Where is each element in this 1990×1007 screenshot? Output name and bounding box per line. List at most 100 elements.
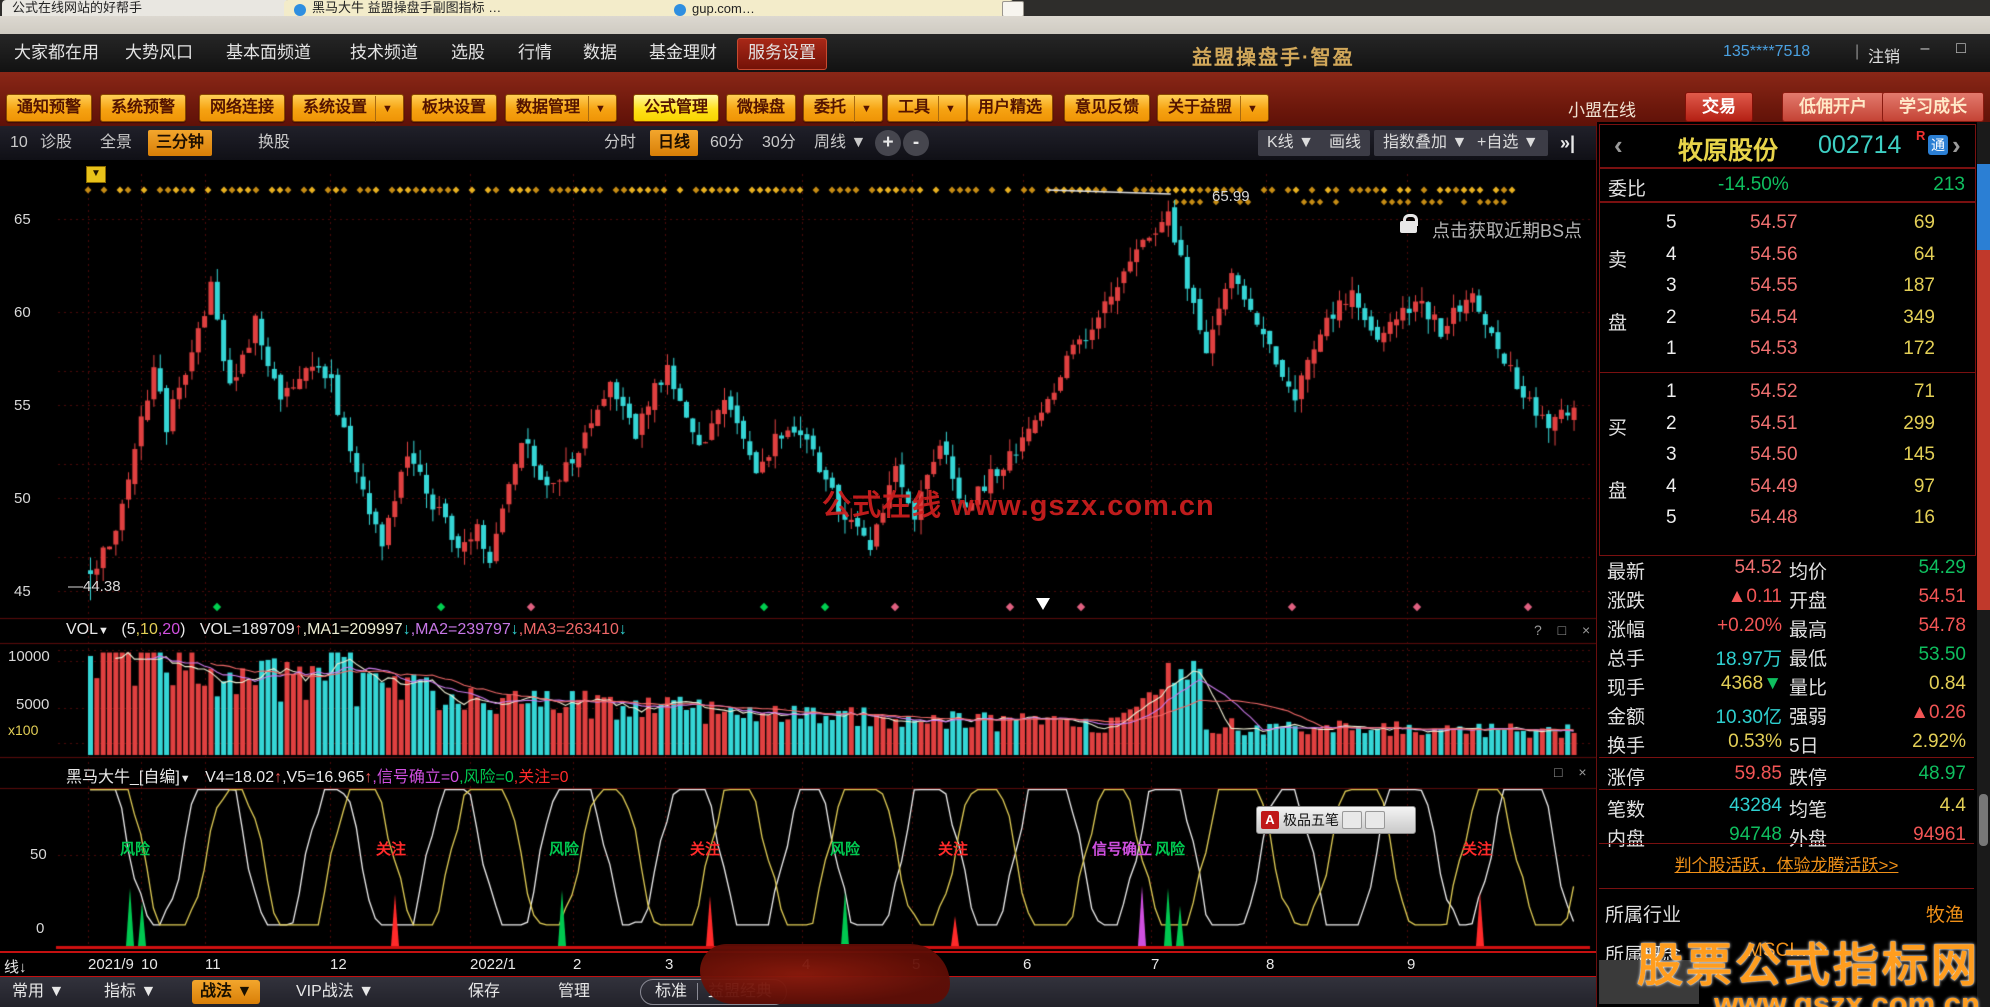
- chevron-down-icon[interactable]: ▼: [180, 773, 191, 785]
- toolbar-button-网络连接[interactable]: 网络连接: [199, 94, 286, 122]
- menu-item-大势风口[interactable]: 大势风口: [115, 38, 203, 68]
- open-account-button[interactable]: 低佣开户: [1782, 92, 1884, 122]
- new-tab-button[interactable]: [1002, 1, 1024, 17]
- toolbar-button-意见反馈[interactable]: 意见反馈: [1064, 94, 1151, 122]
- bottombar-item-VIP战法[interactable]: VIP战法 ▼: [288, 980, 382, 1004]
- chevron-down-icon[interactable]: ▼: [854, 96, 872, 122]
- book-row-sell-2: 2 54.54 349: [1600, 304, 1975, 335]
- period-tab-日线[interactable]: 日线: [650, 130, 699, 156]
- online-status[interactable]: 小盟在线: [1568, 96, 1636, 121]
- chart-dropdown-button[interactable]: ▼: [86, 166, 106, 183]
- toolbar-button-工具[interactable]: 工具 ▼: [887, 94, 967, 122]
- period-tab-60分[interactable]: 60分: [702, 130, 752, 156]
- chartbar-item-10[interactable]: 10: [2, 130, 36, 156]
- toolbar-button-系统设置[interactable]: 系统设置 ▼: [292, 94, 404, 122]
- keyboard-icon[interactable]: [1365, 811, 1385, 829]
- signal-label-风险: 风险: [830, 841, 861, 858]
- book-row-buy-1: 1 54.52 71: [1600, 378, 1975, 409]
- stats-divider: [1599, 789, 1974, 790]
- indicator-panel-icons[interactable]: □ ×: [1554, 764, 1593, 780]
- chartbar-button-+自选[interactable]: +自选 ▼: [1468, 130, 1548, 156]
- chartbar-item-换股[interactable]: 换股: [250, 130, 298, 156]
- bottombar-item-管理[interactable]: 管理: [550, 980, 598, 1004]
- chartbar-button-指数叠加[interactable]: 指数叠加 ▼: [1374, 130, 1477, 156]
- page-scroll-strip[interactable]: [1977, 122, 1990, 1007]
- learn-button[interactable]: 学习成长: [1882, 92, 1984, 122]
- browser-tab-2[interactable]: 黑马大牛 益盟操盘手副图指标 …: [284, 0, 672, 16]
- toolbar-button-通知预警[interactable]: 通知预警: [6, 94, 93, 122]
- skip-to-end-icon[interactable]: »|: [1560, 133, 1575, 154]
- zoom-out-button[interactable]: -: [903, 130, 929, 156]
- toolbar-button-系统预警[interactable]: 系统预警: [100, 94, 187, 122]
- toolbar-button-关于益盟[interactable]: 关于益盟 ▼: [1157, 94, 1269, 122]
- signal-label-信号确立: 信号确立: [1092, 841, 1153, 858]
- bottombar-item-常用[interactable]: 常用 ▼: [4, 980, 72, 1004]
- menu-item-选股[interactable]: 选股: [441, 38, 495, 68]
- style-standard[interactable]: 标准: [645, 983, 699, 1000]
- chartbar-item-诊股[interactable]: 诊股: [32, 130, 80, 156]
- period-tab-30分[interactable]: 30分: [754, 130, 804, 156]
- minimize-button[interactable]: –: [1912, 40, 1938, 58]
- bottombar-item-战法[interactable]: 战法 ▼: [192, 980, 261, 1004]
- vol-title[interactable]: VOL: [66, 621, 98, 638]
- timeline-month-2021/9: 2021/9: [88, 956, 134, 973]
- timeline-month-2: 2: [573, 956, 582, 973]
- toolbar-button-委托[interactable]: 委托 ▼: [803, 94, 883, 122]
- vol-panel-icons[interactable]: ? □ ×: [1534, 622, 1596, 638]
- indicator-title[interactable]: 黑马大牛_[自编]: [66, 769, 180, 786]
- chevron-down-icon[interactable]: ▼: [98, 625, 109, 637]
- trade-button[interactable]: 交易: [1685, 92, 1753, 122]
- logout-link[interactable]: 注销: [1868, 43, 1900, 67]
- input-method-bar[interactable]: A 极品五笔: [1256, 806, 1416, 834]
- sell-side-label: 卖: [1608, 250, 1628, 271]
- toolbar-button-板块设置[interactable]: 板块设置: [411, 94, 498, 122]
- period-tab-分时[interactable]: 分时: [596, 130, 644, 156]
- ime-mode-icon[interactable]: A: [1261, 811, 1279, 829]
- menu-item-大家都在用[interactable]: 大家都在用: [4, 38, 109, 68]
- menu-item-技术频道[interactable]: 技术频道: [340, 38, 428, 68]
- chartbar-item-三分钟[interactable]: 三分钟: [148, 130, 213, 156]
- quote-panel: ‹ 牧原股份 002714 R 通 › 委比 -14.50% 213 5 54.5…: [1596, 122, 1978, 1007]
- browser-tab-1[interactable]: 公式在线网站的好帮手: [2, 0, 290, 16]
- book-volume: 16: [1913, 507, 1935, 529]
- indicator-axis-0: 0: [36, 920, 45, 937]
- chevron-down-icon[interactable]: ▼: [588, 96, 606, 122]
- toolbar-button-数据管理[interactable]: 数据管理 ▼: [505, 94, 617, 122]
- menu-item-基本面频道[interactable]: 基本面频道: [216, 38, 321, 68]
- scrollbar-thumb[interactable]: [1979, 794, 1988, 846]
- bs-points-hint[interactable]: 点击获取近期BS点: [1432, 217, 1582, 243]
- chevron-down-icon[interactable]: ▼: [1240, 96, 1258, 122]
- browser-tab-3[interactable]: gup.com…: [664, 0, 1014, 16]
- chartbar-item-全景[interactable]: 全景: [92, 130, 140, 156]
- chartbar-button-画线[interactable]: 画线: [1320, 130, 1371, 156]
- prev-stock-button[interactable]: ‹: [1614, 130, 1623, 161]
- menu-item-基金理财[interactable]: 基金理财: [639, 38, 727, 68]
- stat-label: 5日: [1789, 736, 1819, 757]
- stat-value-换手: 0.53%: [1728, 731, 1782, 752]
- weicha-value: 213: [1933, 174, 1965, 195]
- up-arrow-icon: ↑: [274, 769, 283, 786]
- period-tab-周线[interactable]: 周线 ▼: [806, 130, 874, 156]
- chartbar-button-K线[interactable]: K线 ▼: [1258, 130, 1323, 156]
- chevron-down-icon[interactable]: ▼: [375, 96, 393, 122]
- toolbar-button-公式管理[interactable]: 公式管理: [633, 94, 720, 122]
- menu-item-服务设置[interactable]: 服务设置: [737, 38, 827, 70]
- chevron-down-icon[interactable]: ▼: [938, 96, 956, 122]
- bottombar-item-保存[interactable]: 保存: [460, 980, 508, 1004]
- site-watermark: 股票公式指标网 www.gszx.com.cn: [1637, 942, 1980, 1007]
- menu-item-行情[interactable]: 行情: [508, 38, 562, 68]
- promo-row: 判个股活跃，体验龙腾活跃>>: [1599, 843, 1974, 889]
- pen-icon[interactable]: [1342, 811, 1362, 829]
- promo-link[interactable]: 判个股活跃，体验龙腾活跃>>: [1675, 856, 1899, 875]
- stats-divider: [1599, 757, 1974, 758]
- industry-value[interactable]: 牧渔: [1926, 900, 1964, 927]
- toolbar-button-微操盘[interactable]: 微操盘: [726, 94, 797, 122]
- menu-item-数据[interactable]: 数据: [573, 38, 627, 68]
- maximize-button[interactable]: □: [1948, 40, 1974, 58]
- stat-value-均笔: 4.4: [1939, 795, 1966, 816]
- next-stock-button[interactable]: ›: [1952, 130, 1961, 161]
- zoom-in-button[interactable]: +: [875, 130, 901, 156]
- bottombar-item-指标[interactable]: 指标 ▼: [96, 980, 164, 1004]
- stat-value-强弱: ▲0.26: [1910, 702, 1966, 723]
- toolbar-button-用户精选[interactable]: 用户精选: [967, 94, 1054, 122]
